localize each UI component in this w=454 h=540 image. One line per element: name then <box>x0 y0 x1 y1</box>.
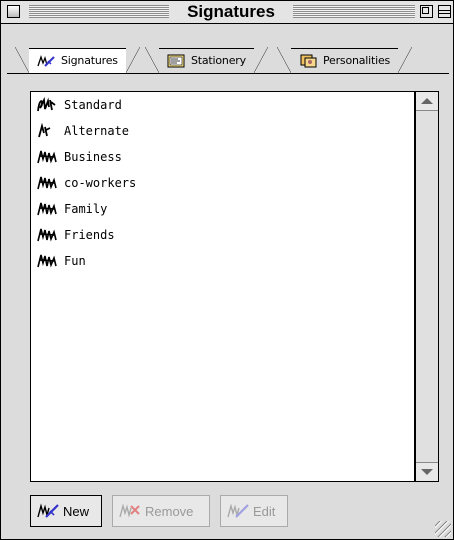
signature-pen-icon <box>37 54 55 67</box>
list-item[interactable]: Standard <box>31 92 414 118</box>
list-item-label: Fun <box>64 254 86 268</box>
list-item[interactable]: Alternate <box>31 118 414 144</box>
signature-list[interactable]: Standard Alternate Business co-workers F… <box>30 91 415 482</box>
tab-edge <box>15 47 29 73</box>
tab-body: Personalities <box>291 47 399 73</box>
title-bar-stripes-left <box>29 5 169 18</box>
new-button[interactable]: New <box>30 495 102 527</box>
tab-body: Signatures <box>29 47 126 73</box>
signature-pen-icon <box>37 503 59 518</box>
tab-edge <box>398 47 413 73</box>
signature-icon <box>37 97 56 112</box>
zoom-box[interactable] <box>420 5 433 18</box>
list-item-label: co-workers <box>64 176 137 190</box>
list-item-label: Alternate <box>64 124 130 138</box>
signature-icon <box>37 176 57 190</box>
remove-button[interactable]: Remove <box>112 495 210 527</box>
personalities-icon <box>300 54 317 67</box>
title-bar[interactable]: Signatures <box>1 1 453 24</box>
signature-icon <box>38 123 51 138</box>
list-item-label: Standard <box>64 98 122 112</box>
tab-body: Stationery <box>159 47 254 73</box>
tab-edge <box>125 47 140 73</box>
tab-signatures[interactable]: Signatures <box>15 47 140 73</box>
tab-personalities[interactable]: Personalities <box>277 47 413 73</box>
edit-button[interactable]: Edit <box>220 495 288 527</box>
list-item[interactable]: Fun <box>31 248 414 274</box>
collapse-box[interactable] <box>438 5 451 18</box>
edit-button-label: Edit <box>253 503 276 519</box>
list-item[interactable]: Family <box>31 196 414 222</box>
scroll-up-arrow-icon[interactable] <box>416 92 438 111</box>
list-item[interactable]: co-workers <box>31 170 414 196</box>
list-scrollbar[interactable] <box>415 91 439 482</box>
tab-stationery[interactable]: Stationery <box>145 47 268 73</box>
list-item[interactable]: Friends <box>31 222 414 248</box>
tab-edge <box>253 47 268 73</box>
remove-signature-icon <box>119 503 140 518</box>
tab-edge <box>145 47 159 73</box>
signature-icon <box>37 228 57 242</box>
window-title: Signatures <box>169 2 293 22</box>
close-box[interactable] <box>7 5 20 18</box>
stationery-icon <box>167 54 185 67</box>
signature-icon <box>37 202 57 216</box>
remove-button-label: Remove <box>145 503 194 519</box>
list-item-label: Family <box>64 202 108 216</box>
tab-pane-border <box>7 73 449 74</box>
tab-bar: Signatures Stationery Personalities <box>15 47 454 73</box>
signatures-window: Signatures Signatures Stationery Persona… <box>0 0 454 540</box>
signature-icon <box>37 150 57 164</box>
title-bar-stripes-right <box>293 5 415 18</box>
new-button-label: New <box>63 503 90 519</box>
tab-label: Stationery <box>191 54 246 67</box>
tab-label: Signatures <box>61 54 118 67</box>
edit-signature-icon <box>227 503 249 518</box>
resize-grip[interactable] <box>435 521 451 537</box>
list-item[interactable]: Business <box>31 144 414 170</box>
tab-label: Personalities <box>323 54 391 67</box>
list-item-label: Business <box>64 150 122 164</box>
signature-icon <box>37 254 57 268</box>
scroll-down-arrow-icon[interactable] <box>416 462 438 481</box>
list-item-label: Friends <box>64 228 115 242</box>
tab-edge <box>277 47 291 73</box>
